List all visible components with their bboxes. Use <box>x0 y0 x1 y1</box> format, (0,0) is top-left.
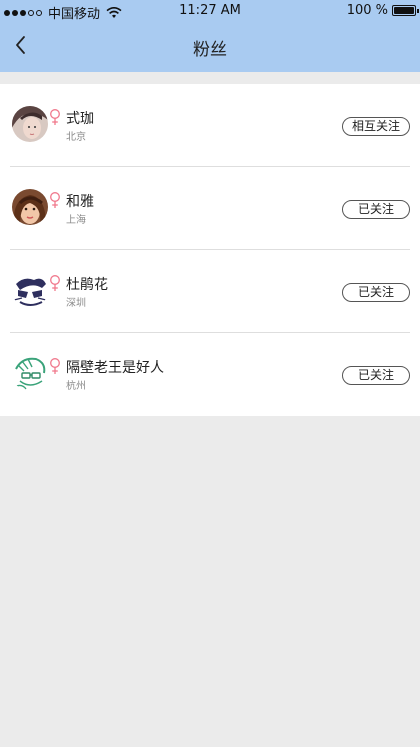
avatar[interactable] <box>12 355 48 391</box>
list-item[interactable]: 和雅 上海 已关注 <box>10 167 410 250</box>
avatar-image <box>12 106 48 142</box>
fan-name: 隔壁老王是好人 <box>66 360 164 376</box>
avatar[interactable] <box>12 272 48 308</box>
follow-button[interactable]: 已关注 <box>342 283 410 302</box>
fans-list: 式珈 北京 相互关注 和雅 上海 已关注 杜鹃花 深圳 已关注 隔壁老王是好人 … <box>0 84 420 416</box>
follow-button[interactable]: 相互关注 <box>342 117 410 136</box>
fan-name: 和雅 <box>66 194 94 210</box>
avatar[interactable] <box>12 106 48 142</box>
female-icon <box>50 358 60 374</box>
fan-name: 式珈 <box>66 111 94 127</box>
female-icon <box>50 192 60 208</box>
header: 中国移动 11:27 AM 100 % 粉丝 <box>0 0 420 72</box>
avatar-image <box>12 355 48 391</box>
list-item[interactable]: 式珈 北京 相互关注 <box>10 84 410 167</box>
fan-city: 北京 <box>66 132 86 143</box>
battery-percent: 100 % <box>346 3 388 18</box>
page-title: 粉丝 <box>193 40 227 60</box>
status-bar: 中国移动 11:27 AM 100 % <box>0 0 420 22</box>
list-item[interactable]: 杜鹃花 深圳 已关注 <box>10 250 410 333</box>
follow-button[interactable]: 已关注 <box>342 200 410 219</box>
fan-city: 上海 <box>66 215 86 226</box>
status-right: 100 % <box>346 3 419 18</box>
avatar-image <box>12 272 48 308</box>
avatar[interactable] <box>12 189 48 225</box>
fan-city: 杭州 <box>66 381 86 392</box>
fan-name: 杜鹃花 <box>66 277 108 293</box>
avatar-image <box>12 189 48 225</box>
list-item[interactable]: 隔壁老王是好人 杭州 已关注 <box>10 333 410 416</box>
fan-city: 深圳 <box>66 298 86 309</box>
female-icon <box>50 109 60 125</box>
battery-icon <box>392 5 419 16</box>
follow-button[interactable]: 已关注 <box>342 366 410 385</box>
female-icon <box>50 275 60 291</box>
